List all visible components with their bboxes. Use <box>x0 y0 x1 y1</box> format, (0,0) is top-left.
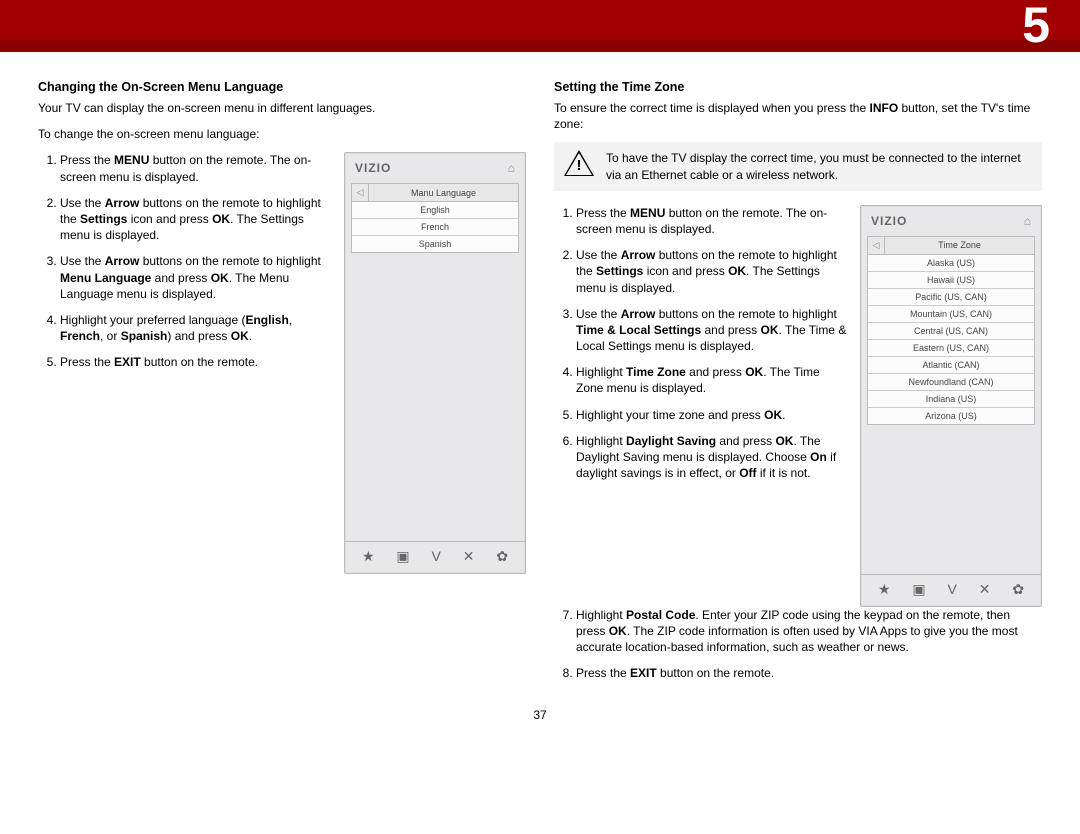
step-item: Highlight Time Zone and press OK. The Ti… <box>576 364 848 396</box>
left-column: Changing the On-Screen Menu Language You… <box>38 80 526 692</box>
tv-menu-item: Spanish <box>352 236 518 252</box>
step-item: Press the MENU button on the remote. The… <box>60 152 332 184</box>
tv-illustration-language: VIZIO ⌂ ◁ Manu Language EnglishFrenchSpa… <box>344 152 526 574</box>
step-item: Press the MENU button on the remote. The… <box>576 205 848 237</box>
tv-menu-title: Time Zone <box>885 237 1034 253</box>
step-item: Press the EXIT button on the remote. <box>576 665 1042 681</box>
tv-menu-items: EnglishFrenchSpanish <box>352 202 518 252</box>
step-item: Highlight Daylight Saving and press OK. … <box>576 433 848 482</box>
tv-menu-item: Mountain (US, CAN) <box>868 306 1034 323</box>
tv-illustration-timezone: VIZIO ⌂ ◁ Time Zone Alaska (US)Hawaii (U… <box>860 205 1042 607</box>
step-item: Use the Arrow buttons on the remote to h… <box>60 195 332 244</box>
step-item: Highlight Postal Code. Enter your ZIP co… <box>576 607 1042 656</box>
footer-icon: ✕ <box>463 548 475 565</box>
warning-icon: ! <box>564 150 594 176</box>
step-item: Use the Arrow buttons on the remote to h… <box>576 306 848 355</box>
tv-footer-icons: ★ ▣ V ✕ ✿ <box>345 541 525 573</box>
tv-menu-item: Alaska (US) <box>868 255 1034 272</box>
home-icon: ⌂ <box>1024 214 1031 228</box>
right-steps-narrow: Press the MENU button on the remote. The… <box>554 205 848 607</box>
tv-brand: VIZIO <box>871 214 907 228</box>
tv-menu-title: Manu Language <box>369 185 518 201</box>
step-item: Use the Arrow buttons on the remote to h… <box>576 247 848 296</box>
step-item: Press the EXIT button on the remote. <box>60 354 332 370</box>
tv-menu-item: Pacific (US, CAN) <box>868 289 1034 306</box>
footer-icon: ▣ <box>396 548 409 565</box>
section-title-timezone: Setting the Time Zone <box>554 80 1042 94</box>
chapter-banner: 5 <box>0 0 1080 52</box>
tv-menu-item: Eastern (US, CAN) <box>868 340 1034 357</box>
left-steps: Press the MENU button on the remote. The… <box>38 152 332 574</box>
tv-menu-item: English <box>352 202 518 219</box>
footer-icon: ★ <box>362 548 375 565</box>
footer-icon: ★ <box>878 581 891 598</box>
footer-icon: ▣ <box>912 581 925 598</box>
tv-menu-item: Atlantic (CAN) <box>868 357 1034 374</box>
tv-menu-item: Arizona (US) <box>868 408 1034 424</box>
tv-menu-item: Newfoundland (CAN) <box>868 374 1034 391</box>
tv-menu-items: Alaska (US)Hawaii (US)Pacific (US, CAN)M… <box>868 255 1034 424</box>
right-column: Setting the Time Zone To ensure the corr… <box>554 80 1042 692</box>
page-number: 37 <box>0 708 1080 722</box>
tv-menu-item: Central (US, CAN) <box>868 323 1034 340</box>
tv-menu-item: French <box>352 219 518 236</box>
notice-box: ! To have the TV display the correct tim… <box>554 142 1042 190</box>
footer-icon: V <box>431 548 440 565</box>
notice-text: To have the TV display the correct time,… <box>606 150 1032 182</box>
footer-icon: ✿ <box>1012 581 1024 598</box>
footer-icon: ✿ <box>496 548 508 565</box>
tv-menu-item: Hawaii (US) <box>868 272 1034 289</box>
back-icon: ◁ <box>868 237 885 254</box>
left-intro-2: To change the on-screen menu language: <box>38 126 526 142</box>
tv-footer-icons: ★ ▣ V ✕ ✿ <box>861 574 1041 606</box>
step-item: Highlight your time zone and press OK. <box>576 407 848 423</box>
step-item: Use the Arrow buttons on the remote to h… <box>60 253 332 302</box>
home-icon: ⌂ <box>508 161 515 175</box>
back-icon: ◁ <box>352 184 369 201</box>
tv-menu-item: Indiana (US) <box>868 391 1034 408</box>
right-steps-wide: Highlight Postal Code. Enter your ZIP co… <box>554 607 1042 682</box>
footer-icon: ✕ <box>979 581 991 598</box>
left-intro-1: Your TV can display the on-screen menu i… <box>38 100 526 116</box>
tv-brand: VIZIO <box>355 161 391 175</box>
section-title-language: Changing the On-Screen Menu Language <box>38 80 526 94</box>
chapter-number: 5 <box>1022 0 1050 54</box>
footer-icon: V <box>947 581 956 598</box>
step-item: Highlight your preferred language (Engli… <box>60 312 332 344</box>
right-intro: To ensure the correct time is displayed … <box>554 100 1042 132</box>
